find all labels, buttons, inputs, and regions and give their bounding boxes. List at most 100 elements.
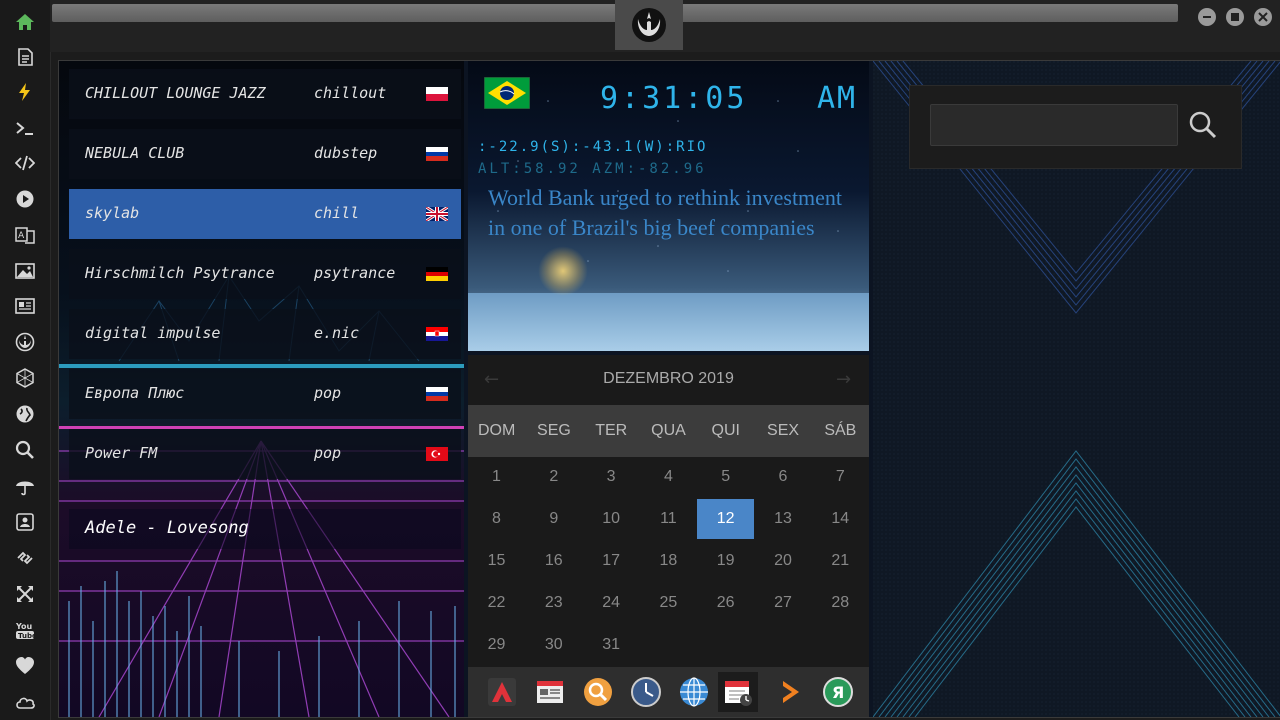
dock-item-app-launcher[interactable]	[482, 672, 522, 712]
calendar-day-cell[interactable]: 20	[755, 541, 812, 581]
dock-item-calendar-app[interactable]	[718, 672, 758, 712]
sidebar-item-rebel-alliance[interactable]	[13, 330, 37, 354]
station-genre: chill	[314, 204, 360, 222]
rebel-logo-tab[interactable]	[615, 0, 683, 50]
terminal-icon	[16, 122, 33, 135]
calendar-day-cell[interactable]: 15	[468, 541, 525, 581]
calendar-day-cell[interactable]: 18	[640, 541, 697, 581]
youtube-icon: YouTube	[15, 622, 35, 640]
calendar-day-cell[interactable]: 23	[525, 583, 582, 623]
sidebar-item-search[interactable]	[13, 438, 37, 462]
calendar-day-cell[interactable]: 26	[697, 583, 754, 623]
hexagon-icon	[16, 368, 34, 388]
station-name: skylab	[85, 204, 140, 222]
calendar-day-cell[interactable]: 24	[583, 583, 640, 623]
calendar-day-cell[interactable]: 11	[640, 499, 697, 539]
svg-text:You: You	[15, 622, 33, 631]
sidebar-item-contact-card[interactable]	[13, 510, 37, 534]
sidebar-item-document[interactable]	[13, 45, 37, 69]
calendar-day-cell[interactable]: 4	[640, 457, 697, 497]
dock-item-news-reader[interactable]	[530, 672, 570, 712]
sidebar-item-link[interactable]	[13, 546, 37, 570]
calendar-day-cell[interactable]: 16	[525, 541, 582, 581]
dock-item-clock-app[interactable]	[626, 672, 666, 712]
brazil-flag-icon[interactable]	[484, 77, 530, 109]
calendar-day-cell[interactable]: 22	[468, 583, 525, 623]
station-item[interactable]: CHILLOUT LOUNGE JAZZ chillout	[69, 69, 461, 119]
turkey-flag-icon	[426, 447, 448, 461]
calendar-day-cell[interactable]: 8	[468, 499, 525, 539]
station-item[interactable]: skylab chill	[69, 189, 461, 239]
next-month-button[interactable]: →	[836, 369, 851, 390]
search-icon	[15, 440, 34, 459]
calendar-day-cell[interactable]: 3	[583, 457, 640, 497]
sidebar-item-code[interactable]	[13, 151, 37, 175]
calendar-day-cell[interactable]: 30	[525, 625, 582, 665]
rebel-alliance-icon	[15, 332, 35, 352]
calendar-day-cell[interactable]: 10	[583, 499, 640, 539]
sidebar-item-home[interactable]	[13, 10, 37, 34]
minimize-button[interactable]	[1198, 8, 1216, 26]
calendar-day-cell[interactable]: 17	[583, 541, 640, 581]
station-item[interactable]: digital impulse e.nic	[69, 309, 461, 359]
close-button[interactable]	[1254, 8, 1272, 26]
home-icon	[16, 14, 34, 30]
sidebar-item-news[interactable]	[13, 294, 37, 318]
station-item[interactable]: NEBULA CLUB dubstep	[69, 129, 461, 179]
calendar-day-cell[interactable]: 7	[812, 457, 869, 497]
sidebar-item-translate[interactable]: A	[13, 223, 37, 247]
station-name: NEBULA CLUB	[85, 144, 185, 162]
close-icon	[1258, 12, 1268, 22]
sidebar-item-cloud[interactable]	[13, 690, 37, 714]
maximize-button[interactable]	[1226, 8, 1244, 26]
sidebar-item-image[interactable]	[13, 259, 37, 283]
calendar-day-cell[interactable]: 13	[755, 499, 812, 539]
dock-item-browser-globe[interactable]	[674, 672, 714, 712]
germany-flag-icon	[426, 267, 448, 281]
dock-item-forward-arrow[interactable]	[770, 672, 810, 712]
calendar-day-cell[interactable]: 21	[812, 541, 869, 581]
sidebar-item-heart[interactable]	[13, 654, 37, 678]
sidebar-item-globe[interactable]	[13, 402, 37, 426]
calendar-today-cell[interactable]: 12	[697, 499, 755, 539]
news-headline-link[interactable]: World Bank urged to rethink investment i…	[488, 183, 853, 243]
calendar-day-cell[interactable]: 9	[525, 499, 582, 539]
calendar-day-cell[interactable]: 1	[468, 457, 525, 497]
sidebar-item-hexagon[interactable]	[13, 366, 37, 390]
station-item[interactable]: Hirschmilch Psytrance psytrance	[69, 249, 461, 299]
sidebar-item-play[interactable]	[13, 187, 37, 211]
calendar-day-cell[interactable]: 14	[812, 499, 869, 539]
calendar-day-cell[interactable]: 5	[697, 457, 754, 497]
contact-card-icon	[16, 513, 34, 531]
now-playing-track: Adele - Lovesong	[85, 518, 249, 538]
dock-item-yandex[interactable]: Я	[818, 672, 858, 712]
calendar-header: ← DEZEMBRO 2019 →	[468, 355, 869, 405]
expand-icon	[17, 586, 33, 602]
sidebar-item-terminal[interactable]	[13, 116, 37, 140]
calendar-day-cell[interactable]: 31	[583, 625, 640, 665]
calendar-day-cell[interactable]: 25	[640, 583, 697, 623]
sidebar-item-lightning[interactable]	[13, 80, 37, 104]
search-button[interactable]	[1188, 110, 1218, 140]
weekday-header: TER	[595, 422, 628, 439]
calendar-day-cell[interactable]: 2	[525, 457, 582, 497]
calendar-day-cell[interactable]: 6	[755, 457, 812, 497]
calendar-day-cell[interactable]: 28	[812, 583, 869, 623]
calendar-day-cell[interactable]: 29	[468, 625, 525, 665]
world-clock-panel: 9:31:05 AM :-22.9(S):-43.1(W):RIO ALT:58…	[468, 61, 869, 351]
sidebar-item-umbrella[interactable]	[13, 474, 37, 498]
station-item[interactable]: Европа Плюс pop	[69, 369, 461, 419]
station-item[interactable]: Power FM pop	[69, 429, 461, 479]
calendar-day-cell[interactable]: 19	[697, 541, 754, 581]
horizon-sky	[468, 293, 869, 351]
sidebar-item-expand[interactable]	[13, 582, 37, 606]
sidebar-item-youtube[interactable]: You Tube	[13, 618, 37, 642]
top-bar	[50, 0, 1280, 52]
umbrella-icon	[16, 481, 34, 496]
station-genre: pop	[314, 384, 342, 402]
russia-flag-icon	[426, 147, 448, 161]
search-input[interactable]	[930, 104, 1178, 146]
dock-item-search-app[interactable]	[578, 672, 618, 712]
svg-text:Tube: Tube	[18, 632, 35, 640]
calendar-day-cell[interactable]: 27	[755, 583, 812, 623]
